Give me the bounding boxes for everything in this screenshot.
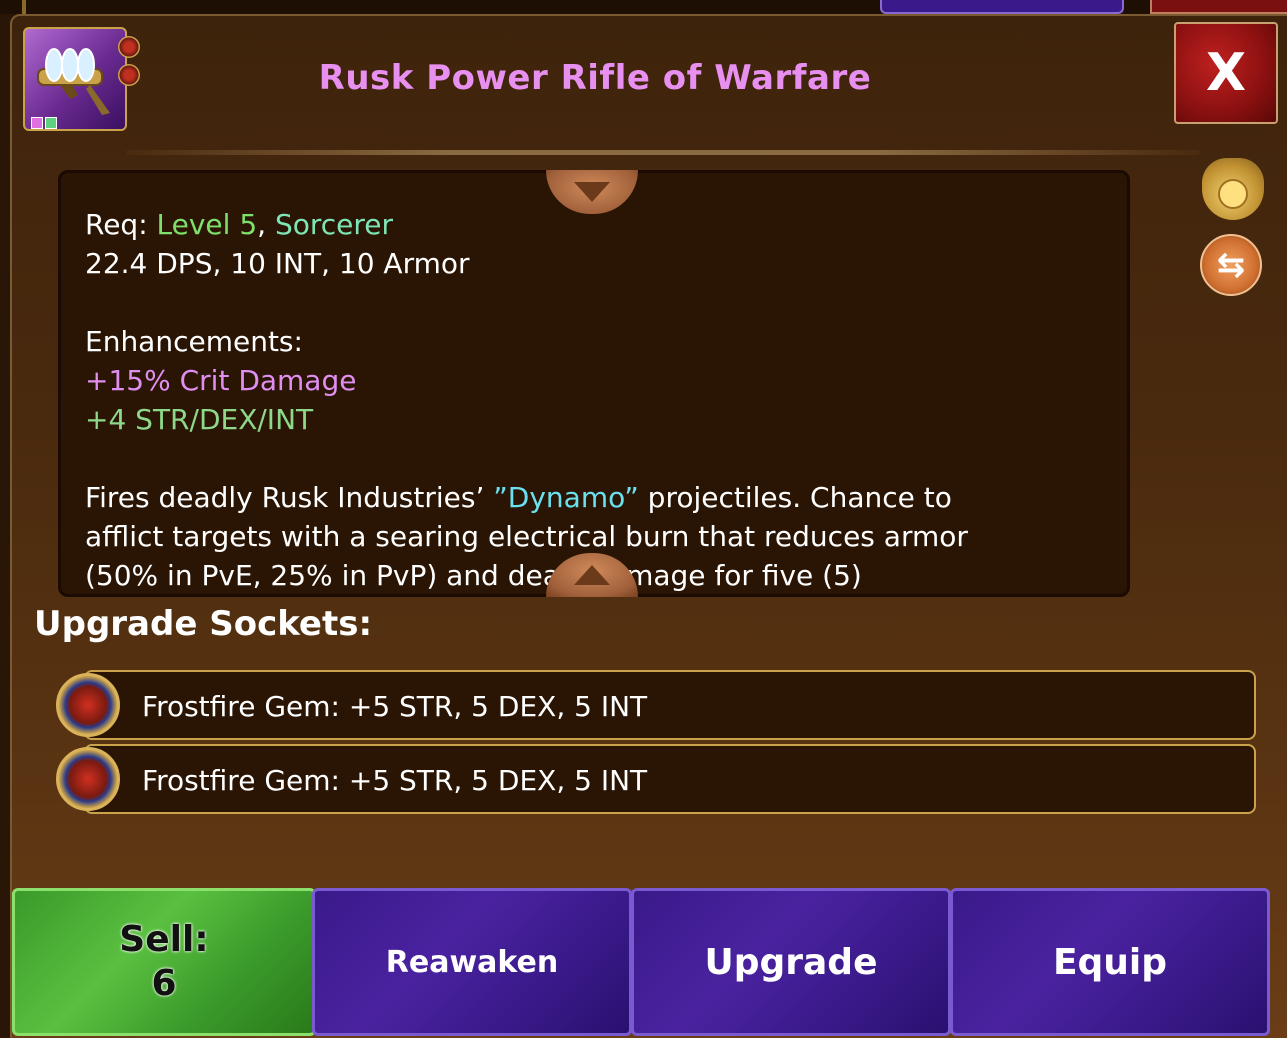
enhancements-label: Enhancements: [85,325,303,358]
rarity-gem-icon [31,117,43,129]
flavor-text: projectiles. Chance to [638,481,952,514]
arrow-down-icon [574,182,610,202]
swap-icon[interactable]: ⇆ [1200,234,1262,296]
flavor-highlight: ”Dynamo” [493,481,639,514]
sell-button[interactable]: Sell: 6 [12,888,316,1036]
socket-text: Frostfire Gem: +5 STR, 5 DEX, 5 INT [142,764,648,797]
rifle-icon-graphic [37,48,110,115]
background-window-strip [0,0,1287,14]
close-icon[interactable]: X [1206,43,1246,103]
title-divider [126,150,1200,155]
coin-icon [1218,179,1248,209]
req-level: Level 5 [156,208,258,241]
socket-pip-icon [118,36,140,58]
frostfire-gem-icon [56,673,120,737]
flavor-text: Fires deadly Rusk Industries’ [85,481,494,514]
enhancement-crit-damage: +15% Crit Damage [85,364,357,397]
frostfire-gem-icon [56,747,120,811]
equip-button[interactable]: Equip [950,888,1270,1036]
sell-label: Sell: [119,919,209,960]
req-separator: , [257,208,275,241]
rarity-gem-icon [45,117,57,129]
socket-pip-icon [118,64,140,86]
arrow-up-icon [574,565,610,585]
socket-text: Frostfire Gem: +5 STR, 5 DEX, 5 INT [142,690,648,723]
description-text: Req: Level 5, Sorcerer 22.4 DPS, 10 INT,… [85,205,1115,594]
background-tab [1150,0,1287,14]
background-edge [22,0,26,14]
flavor-line-1: Fires deadly Rusk Industries’ ”Dynamo” p… [85,478,1115,517]
gold-bag-icon[interactable] [1202,158,1264,220]
close-button[interactable]: X [1174,22,1278,124]
background-tab [880,0,1124,14]
req-class: Sorcerer [274,208,394,241]
item-title: Rusk Power Rifle of Warfare [318,58,872,98]
req-label: Req: [85,208,157,241]
enhancement-stats: +4 STR/DEX/INT [85,403,314,436]
flavor-line-2: afflict targets with a searing electrica… [85,520,968,553]
socket-row[interactable]: Frostfire Gem: +5 STR, 5 DEX, 5 INT [84,670,1256,740]
socket-row[interactable]: Frostfire Gem: +5 STR, 5 DEX, 5 INT [84,744,1256,814]
sell-value: 6 [151,963,177,1004]
reawaken-button[interactable]: Reawaken [312,888,632,1036]
description-box[interactable]: Req: Level 5, Sorcerer 22.4 DPS, 10 INT,… [58,170,1130,597]
upgrade-sockets-label: Upgrade Sockets: [34,604,373,644]
rifle-icon [23,27,127,131]
stats-line: 22.4 DPS, 10 INT, 10 Armor [85,247,470,280]
upgrade-button[interactable]: Upgrade [631,888,951,1036]
